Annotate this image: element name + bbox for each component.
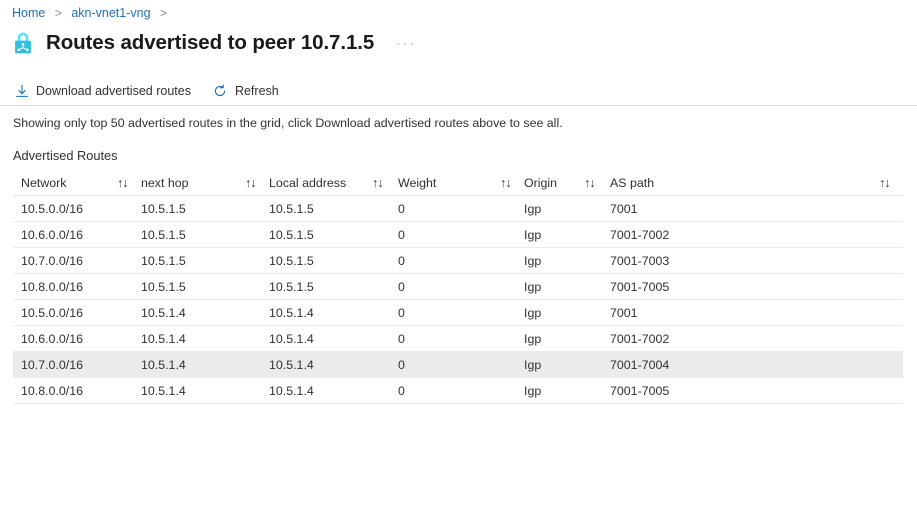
cell-local-address: 10.5.1.5	[269, 201, 314, 216]
cell-network: 10.7.0.0/16	[21, 253, 84, 268]
column-header-origin[interactable]: Origin	[524, 176, 582, 190]
cell-as-path: 7001-7005	[610, 279, 670, 294]
download-advertised-routes-label: Download advertised routes	[36, 84, 191, 98]
cell-as-path: 7001-7004	[610, 357, 670, 372]
download-advertised-routes-button[interactable]: Download advertised routes	[12, 83, 193, 100]
sort-toggle-origin[interactable]: ↑↓	[582, 176, 610, 190]
cell-weight: 0	[398, 383, 405, 398]
vpn-gateway-lock-icon	[15, 32, 31, 54]
cell-local-address: 10.5.1.4	[269, 383, 314, 398]
cell-origin: Igp	[524, 279, 542, 294]
table-body: 10.5.0.0/16 10.5.1.5 10.5.1.5 0 Igp 7001 10.6.…	[13, 196, 903, 404]
cell-local-address: 10.5.1.5	[269, 227, 314, 242]
cell-weight: 0	[398, 227, 405, 242]
refresh-label: Refresh	[234, 84, 279, 98]
cell-local-address: 10.5.1.4	[269, 331, 314, 346]
sort-toggle-as-path[interactable]: ↑↓	[877, 176, 903, 190]
sort-toggle-next-hop[interactable]: ↑↓	[243, 176, 269, 190]
cell-weight: 0	[398, 253, 405, 268]
cell-weight: 0	[398, 201, 405, 216]
breadcrumb-item-gateway[interactable]: akn-vnet1-vng	[71, 6, 150, 20]
page-title: Routes advertised to peer 10.7.1.5	[46, 31, 375, 54]
cell-network: 10.6.0.0/16	[21, 331, 84, 346]
sort-toggle-weight[interactable]: ↑↓	[498, 176, 524, 190]
page-header: Routes advertised to peer 10.7.1.5 ···	[12, 28, 420, 58]
cell-weight: 0	[398, 305, 405, 320]
sort-toggle-local-address[interactable]: ↑↓	[370, 176, 398, 190]
grid-section-label: Advertised Routes	[13, 148, 118, 163]
cell-local-address: 10.5.1.4	[269, 305, 314, 320]
cell-weight: 0	[398, 357, 405, 372]
cell-next-hop: 10.5.1.4	[141, 305, 186, 320]
cell-network: 10.6.0.0/16	[21, 227, 84, 242]
cell-as-path: 7001-7002	[610, 331, 670, 346]
cell-as-path: 7001-7005	[610, 383, 670, 398]
cell-origin: Igp	[524, 331, 542, 346]
table-row[interactable]: 10.7.0.0/16 10.5.1.5 10.5.1.5 0 Igp 7001-7003	[13, 248, 903, 274]
cell-next-hop: 10.5.1.4	[141, 331, 186, 346]
column-header-local-address[interactable]: Local address	[269, 176, 370, 190]
cell-as-path: 7001-7002	[610, 227, 670, 242]
column-header-network[interactable]: Network	[13, 176, 115, 190]
cell-next-hop: 10.5.1.5	[141, 201, 186, 216]
cell-origin: Igp	[524, 305, 542, 320]
cell-local-address: 10.5.1.5	[269, 279, 314, 294]
table-row[interactable]: 10.5.0.0/16 10.5.1.5 10.5.1.5 0 Igp 7001	[13, 196, 903, 222]
table-header-row: Network ↑↓ next hop ↑↓ Local address ↑↓ …	[13, 170, 903, 196]
cell-local-address: 10.5.1.4	[269, 357, 314, 372]
cell-next-hop: 10.5.1.5	[141, 253, 186, 268]
table-row[interactable]: 10.6.0.0/16 10.5.1.4 10.5.1.4 0 Igp 7001-7002	[13, 326, 903, 352]
cell-as-path: 7001	[610, 201, 638, 216]
info-message: Showing only top 50 advertised routes in…	[13, 116, 563, 130]
cell-origin: Igp	[524, 357, 542, 372]
refresh-icon	[213, 84, 228, 99]
table-row[interactable]: 10.6.0.0/16 10.5.1.5 10.5.1.5 0 Igp 7001-7002	[13, 222, 903, 248]
table-row[interactable]: 10.8.0.0/16 10.5.1.5 10.5.1.5 0 Igp 7001-7005	[13, 274, 903, 300]
cell-network: 10.7.0.0/16	[21, 357, 84, 372]
cell-weight: 0	[398, 279, 405, 294]
cell-network: 10.5.0.0/16	[21, 201, 84, 216]
cell-weight: 0	[398, 331, 405, 346]
cell-network: 10.8.0.0/16	[21, 279, 84, 294]
cell-next-hop: 10.5.1.5	[141, 279, 186, 294]
table-row[interactable]: 10.5.0.0/16 10.5.1.4 10.5.1.4 0 Igp 7001	[13, 300, 903, 326]
cell-as-path: 7001-7003	[610, 253, 670, 268]
cell-origin: Igp	[524, 201, 542, 216]
cell-as-path: 7001	[610, 305, 638, 320]
cell-next-hop: 10.5.1.4	[141, 357, 186, 372]
cell-network: 10.5.0.0/16	[21, 305, 84, 320]
breadcrumb: Home > akn-vnet1-vng >	[12, 5, 173, 21]
table-row[interactable]: 10.8.0.0/16 10.5.1.4 10.5.1.4 0 Igp 7001-7005	[13, 378, 903, 404]
command-bar: Download advertised routes Refresh	[12, 79, 281, 103]
cell-next-hop: 10.5.1.5	[141, 227, 186, 242]
table-row[interactable]: 10.7.0.0/16 10.5.1.4 10.5.1.4 0 Igp 7001-7004	[13, 352, 903, 378]
column-header-as-path[interactable]: AS path	[610, 176, 877, 190]
cell-network: 10.8.0.0/16	[21, 383, 84, 398]
refresh-button[interactable]: Refresh	[211, 83, 281, 100]
breadcrumb-item-home[interactable]: Home	[12, 6, 45, 20]
more-options-icon[interactable]: ···	[392, 36, 420, 50]
column-header-weight[interactable]: Weight	[398, 176, 498, 190]
command-bar-divider	[0, 105, 917, 106]
routes-advertised-page: Home > akn-vnet1-vng > Routes advertised…	[0, 0, 917, 521]
download-icon	[14, 84, 29, 99]
cell-local-address: 10.5.1.5	[269, 253, 314, 268]
column-header-next-hop[interactable]: next hop	[141, 176, 243, 190]
cell-origin: Igp	[524, 253, 542, 268]
breadcrumb-separator-2: >	[160, 6, 168, 20]
cell-origin: Igp	[524, 227, 542, 242]
advertised-routes-table: Network ↑↓ next hop ↑↓ Local address ↑↓ …	[13, 170, 903, 404]
cell-origin: Igp	[524, 383, 542, 398]
breadcrumb-separator: >	[54, 6, 62, 20]
sort-toggle-network[interactable]: ↑↓	[115, 176, 141, 190]
cell-next-hop: 10.5.1.4	[141, 383, 186, 398]
